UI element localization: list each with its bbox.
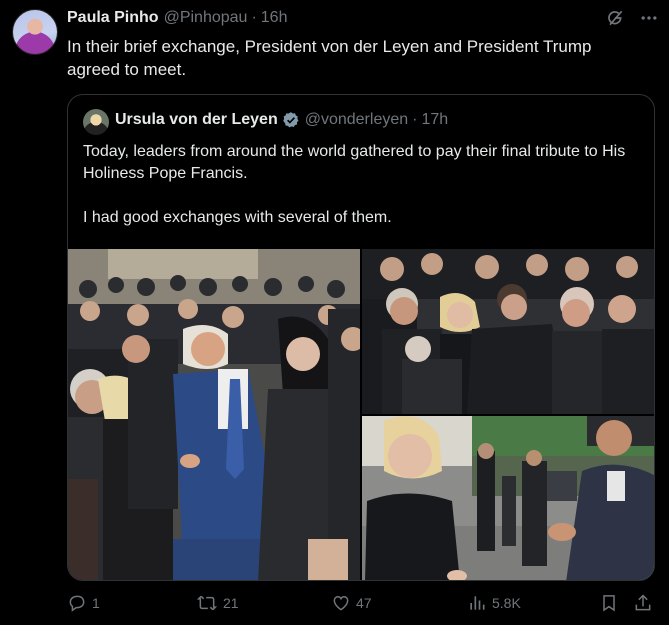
like-button[interactable]: 47: [331, 593, 372, 613]
retweet-count: 21: [223, 595, 239, 611]
quoted-paragraph-2: I had good exchanges with several of the…: [83, 209, 392, 226]
quoted-tweet-text: Today, leaders from around the world gat…: [83, 141, 643, 229]
tweet-header: Paula Pinho @Pinhopau · 16h: [67, 9, 287, 27]
views-icon: [470, 596, 485, 610]
header-actions: [605, 8, 659, 28]
like-icon: [333, 595, 349, 611]
share-icon: [635, 594, 651, 611]
tweet-time[interactable]: 16h: [261, 9, 288, 27]
retweet-button[interactable]: 21: [196, 593, 239, 613]
media-grid: [68, 249, 654, 580]
reply-count: 1: [92, 595, 100, 611]
reply-icon: [69, 595, 85, 612]
quoted-paragraph-1: Today, leaders from around the world gat…: [83, 143, 626, 182]
photo-group-greeting[interactable]: [362, 249, 654, 414]
views-button[interactable]: 5.8K: [467, 593, 521, 613]
author-avatar[interactable]: [12, 9, 58, 55]
grok-icon[interactable]: [605, 8, 625, 28]
bookmark-icon: [603, 595, 615, 612]
verified-badge-icon: [282, 111, 300, 129]
quoted-author-name[interactable]: Ursula von der Leyen: [115, 111, 278, 129]
author-handle[interactable]: @Pinhopau: [164, 9, 248, 27]
quoted-tweet-header: Ursula von der Leyen @vonderleyen · 17h: [115, 111, 448, 129]
reply-button[interactable]: 1: [67, 593, 100, 613]
like-count: 47: [356, 595, 372, 611]
retweet-icon: [196, 595, 218, 611]
separator-dot: ·: [251, 9, 257, 26]
separator-dot: ·: [412, 111, 418, 128]
author-name[interactable]: Paula Pinho: [67, 9, 159, 27]
share-button[interactable]: [633, 593, 658, 613]
quoted-tweet[interactable]: Ursula von der Leyen @vonderleyen · 17h …: [67, 94, 655, 581]
bookmark-button[interactable]: [599, 593, 624, 613]
more-icon[interactable]: [639, 8, 659, 28]
quoted-tweet-time[interactable]: 17h: [421, 111, 448, 129]
views-count: 5.8K: [492, 595, 521, 611]
photo-handshake[interactable]: [68, 249, 360, 580]
tweet-actions: 1 21 47 5.8K: [67, 593, 657, 617]
photo-conversation[interactable]: [362, 416, 654, 580]
tweet-text: In their brief exchange, President von d…: [67, 37, 592, 79]
quoted-author-handle[interactable]: @vonderleyen: [305, 111, 408, 129]
quoted-author-avatar[interactable]: [83, 109, 109, 135]
